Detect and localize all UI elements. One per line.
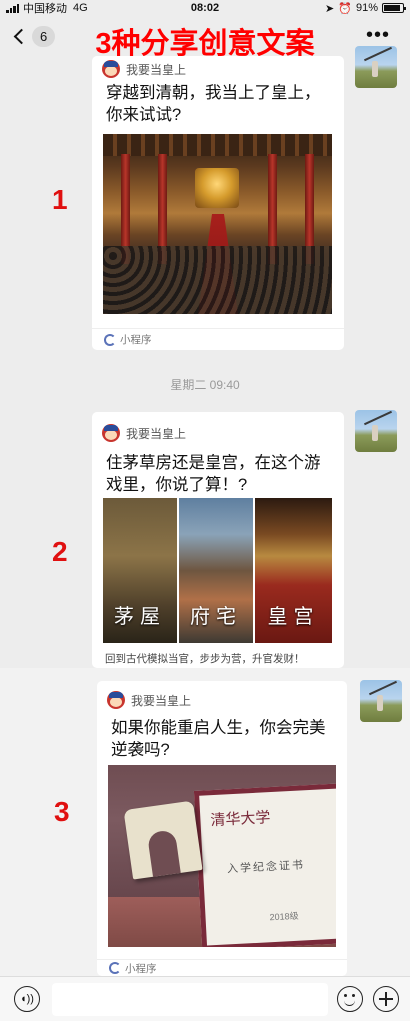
panel-label: 茅屋	[114, 604, 166, 628]
chevron-left-icon	[13, 28, 30, 45]
card-message-text: 如果你能重启人生，你会完美逆袭吗?	[111, 719, 326, 759]
mini-program-icon	[104, 333, 116, 346]
thatched-hut-panel: 茅屋	[103, 498, 177, 643]
three-houses-image: 茅屋 府宅 皇宫 回到古代模拟当官，步步为营，升官发财！	[103, 498, 332, 668]
location-icon: ➤	[325, 2, 335, 15]
label-number-1: 1	[52, 184, 68, 215]
carrier-name: 中国移动	[23, 3, 67, 15]
message-input[interactable]	[52, 983, 328, 1016]
mini-program-label: 小程序	[125, 962, 157, 975]
card-footer: 小程序	[92, 328, 344, 350]
certificate-university: 清华大学	[209, 808, 271, 830]
certificate-year: 2018级	[269, 910, 299, 923]
admission-certificate-image: 清华大学 入学纪念证书 2018级	[108, 765, 336, 947]
label-number-3: 3	[54, 796, 70, 827]
chat-input-bar: ◖))	[0, 976, 410, 1021]
status-bar: 中国移动 4G 08:02 ➤ ⏰ 91%	[0, 0, 410, 16]
mini-program-card-2[interactable]: 我要当皇上 住茅草房还是皇宫，在这个游戏里，你说了算！? 茅屋 府宅 皇宫 回到…	[92, 412, 344, 668]
app-logo-icon	[102, 60, 120, 78]
app-name: 我要当皇上	[126, 62, 187, 77]
battery-icon	[382, 3, 406, 13]
app-logo-icon	[107, 691, 125, 709]
emoji-button[interactable]	[337, 986, 363, 1012]
palace-panel: 皇宫	[255, 498, 332, 643]
card-message-text: 住茅草房还是皇宫，在这个游戏里，你说了算！?	[106, 454, 321, 494]
mansion-panel: 府宅	[179, 498, 253, 643]
panel-label: 皇宫	[267, 604, 320, 628]
sender-avatar[interactable]	[360, 680, 402, 722]
signal-icon	[6, 3, 19, 13]
certificate-title: 入学纪念证书	[226, 859, 306, 876]
voice-input-button[interactable]: ◖))	[14, 986, 40, 1012]
label-number-2: 2	[52, 536, 68, 567]
mini-program-icon	[109, 962, 121, 974]
mini-program-label: 小程序	[120, 334, 152, 346]
sender-avatar[interactable]	[355, 410, 397, 452]
more-actions-button[interactable]	[373, 986, 399, 1012]
image-caption: 回到古代模拟当官，步步为营，升官发财！	[103, 648, 332, 668]
app-name: 我要当皇上	[131, 693, 192, 708]
mini-program-card-3[interactable]: 我要当皇上 如果你能重启人生，你会完美逆袭吗? 清华大学 入学纪念证书 2018…	[97, 681, 347, 976]
app-name: 我要当皇上	[126, 426, 187, 441]
back-button[interactable]: 6	[12, 26, 56, 47]
card-header: 我要当皇上	[92, 420, 344, 446]
voice-icon: ◖))	[20, 993, 34, 1005]
palace-throne-image	[103, 134, 332, 314]
chat-timestamp: 星期二 09:40	[170, 378, 240, 392]
network-type: 4G	[73, 2, 88, 14]
alarm-icon: ⏰	[338, 2, 352, 15]
mini-program-card-1[interactable]: 我要当皇上 穿越到清朝，我当上了皇上，你来试试? 小程序	[92, 56, 344, 350]
card-header: 我要当皇上	[92, 56, 344, 82]
card-header: 我要当皇上	[97, 687, 347, 713]
chat-header: 6 3种分享创意文案 •••	[0, 16, 410, 60]
battery-percent: 91%	[355, 2, 378, 14]
panel-label: 府宅	[190, 604, 242, 628]
app-logo-icon	[102, 424, 120, 442]
unread-count-badge: 6	[32, 26, 56, 47]
gate-model	[123, 800, 203, 880]
sender-avatar[interactable]	[355, 46, 397, 88]
card-message-text: 穿越到清朝，我当上了皇上，你来试试?	[106, 84, 321, 124]
card-footer: 小程序	[97, 959, 347, 976]
more-options-button[interactable]: •••	[366, 25, 390, 45]
